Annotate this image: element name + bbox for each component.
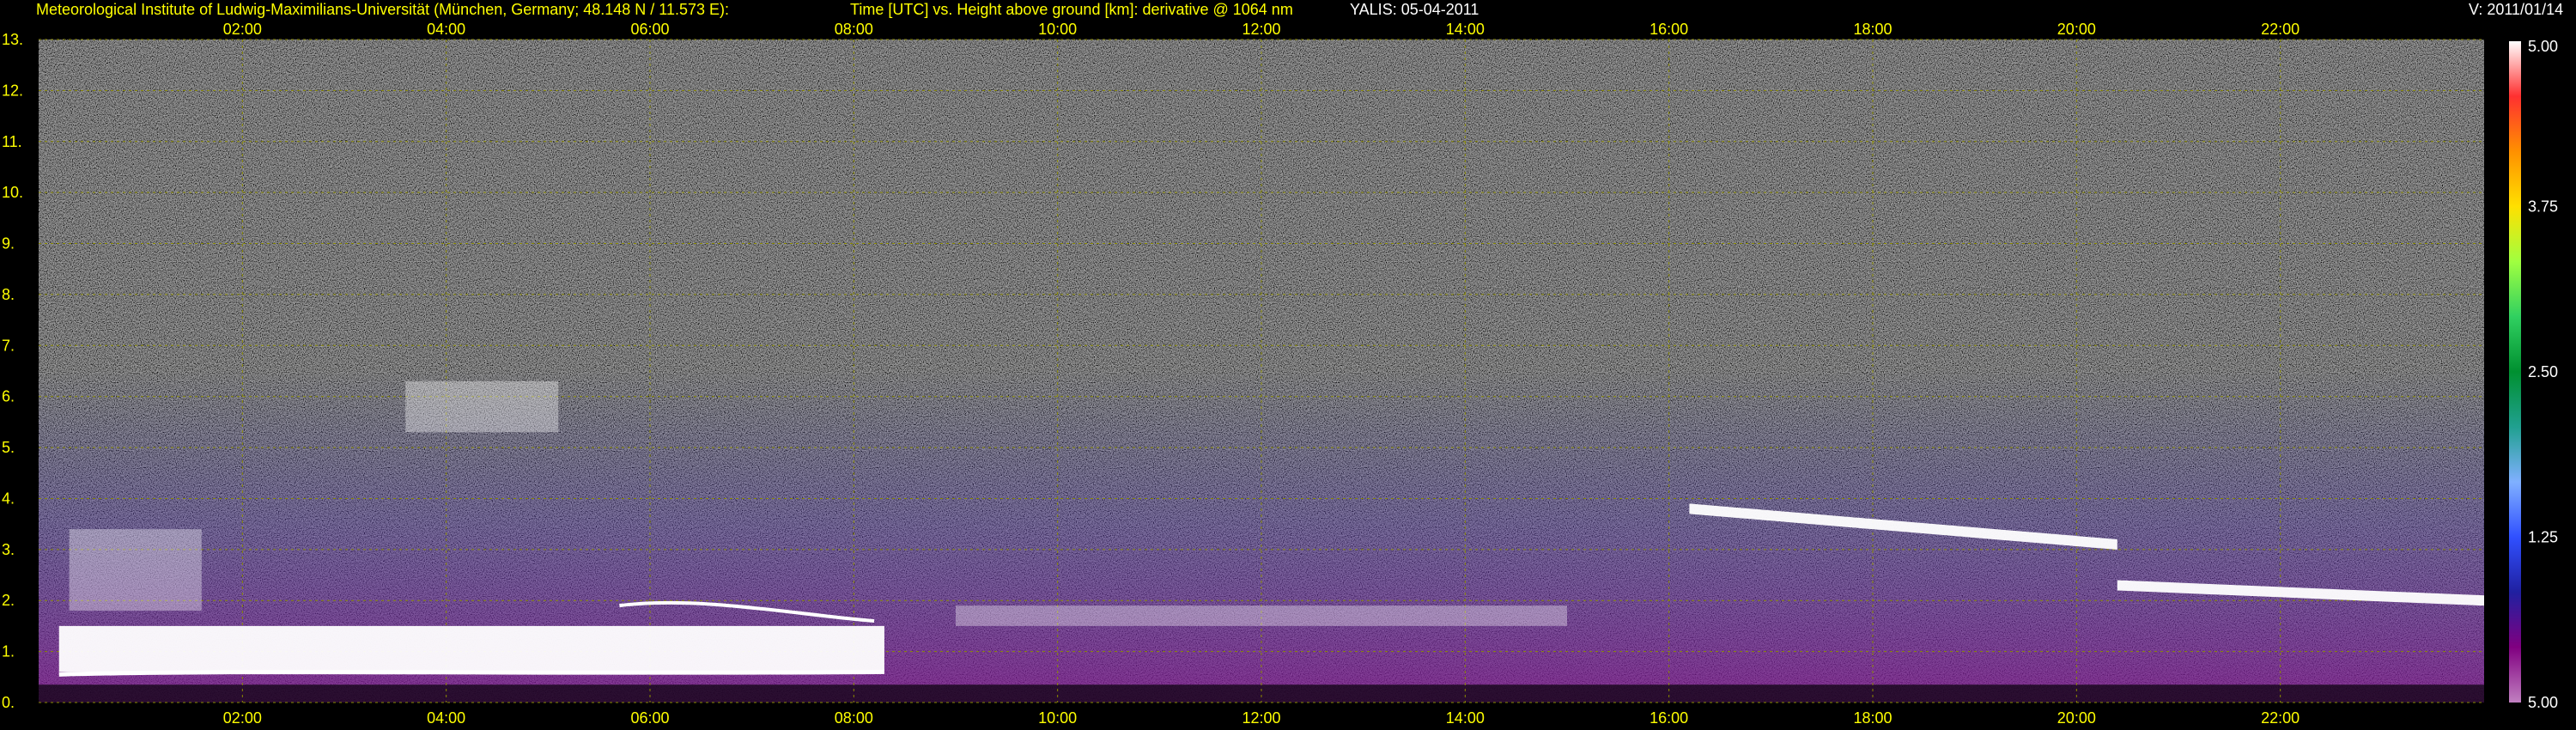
y-tick-6: 6. (2, 388, 15, 405)
x-tick-bottom-1: 04:00 (427, 709, 465, 727)
colorbar-tick-1: 3.75 (2528, 198, 2558, 216)
feature-mid-level-cloud-2 (405, 380, 559, 433)
x-tick-bottom-10: 22:00 (2261, 709, 2300, 727)
x-tick-bottom-0: 02:00 (223, 709, 262, 727)
y-tick-0: 0. (2, 694, 15, 711)
feature-lofted-aerosol-layer-1 (69, 529, 202, 611)
x-tick-top-7: 16:00 (1649, 21, 1688, 38)
x-tick-top-8: 18:00 (1853, 21, 1892, 38)
x-tick-top-0: 02:00 (223, 21, 262, 38)
ground-band (39, 684, 2484, 703)
x-tick-bottom-2: 06:00 (630, 709, 669, 727)
y-tick-10: 10. (2, 184, 23, 201)
x-tick-bottom-6: 14:00 (1446, 709, 1485, 727)
y-tick-11: 11. (2, 133, 22, 150)
x-tick-top-5: 12:00 (1242, 21, 1280, 38)
colorbar-bar (2509, 41, 2521, 703)
y-tick-2: 2. (2, 592, 15, 609)
x-tick-top-3: 08:00 (835, 21, 873, 38)
x-tick-top-9: 20:00 (2057, 21, 2096, 38)
x-tick-bottom-5: 12:00 (1242, 709, 1280, 727)
x-tick-bottom-9: 20:00 (2057, 709, 2096, 727)
x-tick-bottom-8: 18:00 (1853, 709, 1892, 727)
x-tick-top-2: 06:00 (630, 21, 669, 38)
x-tick-bottom-4: 10:00 (1038, 709, 1077, 727)
x-tick-top-4: 10:00 (1038, 21, 1077, 38)
y-tick-8: 8. (2, 286, 15, 303)
boundary-layer-line (58, 669, 884, 677)
y-tick-4: 4. (2, 490, 15, 507)
y-tick-13: 13. (2, 31, 23, 48)
feature-boundary-layer-top-0 (58, 625, 884, 672)
y-tick-12: 12. (2, 82, 23, 99)
colorbar-tick-0: 5.00 (2528, 38, 2558, 55)
y-tick-9: 9. (2, 235, 15, 252)
x-tick-top-10: 22:00 (2261, 21, 2300, 38)
x-tick-top-6: 14:00 (1446, 21, 1485, 38)
y-tick-7: 7. (2, 337, 15, 354)
y-tick-5: 5. (2, 439, 15, 456)
y-tick-1: 1. (2, 643, 15, 660)
colorbar: 5.00 3.75 2.50 1.25 5.00 (2509, 38, 2558, 711)
x-tick-bottom-3: 08:00 (835, 709, 873, 727)
colorbar-tick-4: 5.00 (2528, 694, 2558, 711)
colorbar-tick-2: 2.50 (2528, 363, 2558, 380)
x-tick-bottom-7: 16:00 (1649, 709, 1688, 727)
feature-scattered-clouds-5 (956, 605, 1567, 626)
y-tick-3: 3. (2, 541, 15, 558)
colorbar-tick-3: 1.25 (2528, 529, 2558, 546)
x-tick-top-1: 04:00 (427, 21, 465, 38)
lidar-chart: 02:00 02:00 04:00 04:00 06:00 06:00 08:00 08:00… (2, 21, 2558, 727)
